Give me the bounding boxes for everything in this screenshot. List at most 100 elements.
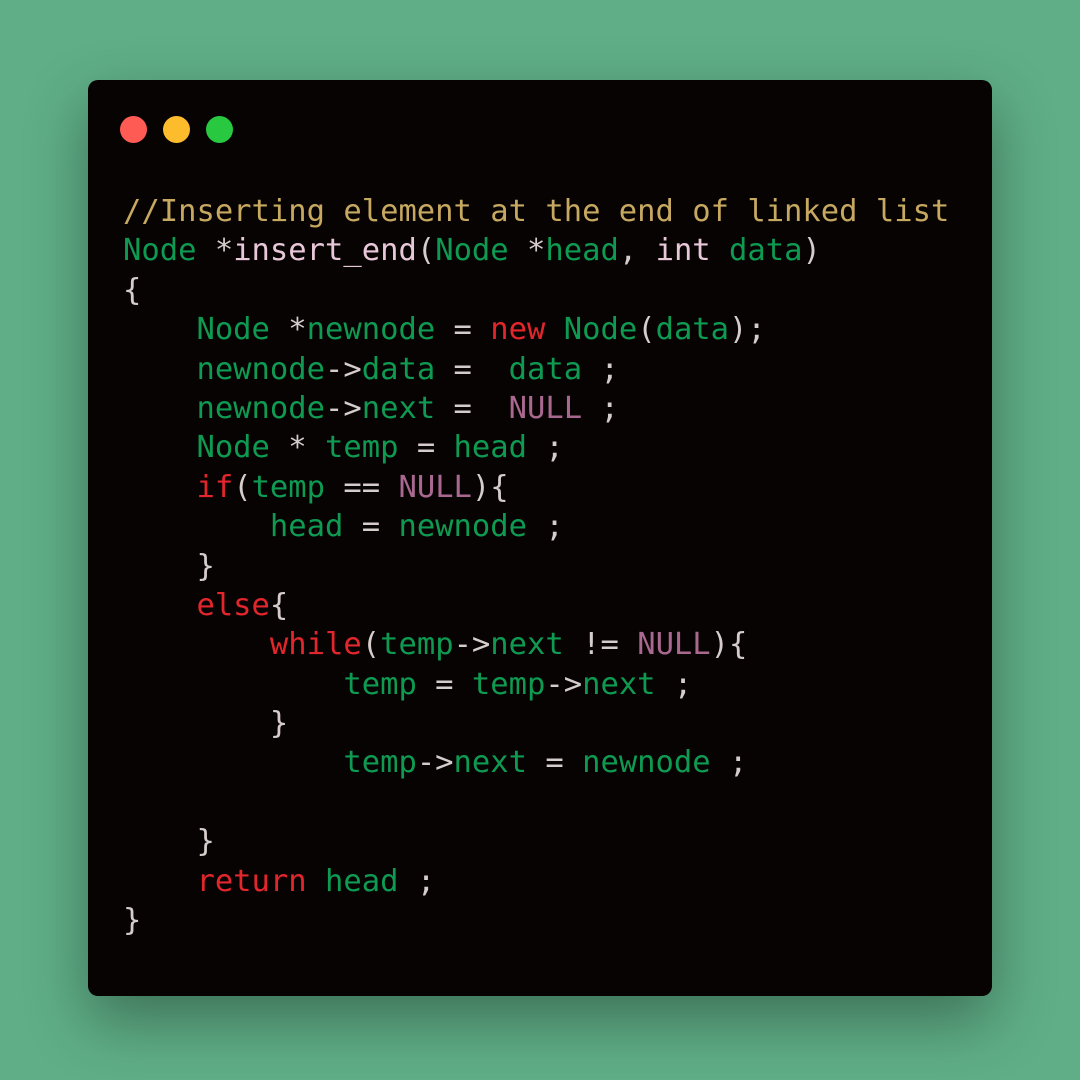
identifier-token: data — [655, 312, 730, 348]
code-line: { — [123, 271, 949, 310]
punctuation-token: ; — [582, 351, 619, 387]
code-line: return head ; — [123, 862, 949, 901]
punctuation-token: } — [123, 548, 215, 584]
identifier-token: next — [361, 390, 436, 426]
keyword-token: new — [490, 312, 546, 348]
identifier-token: head — [269, 509, 344, 545]
close-button[interactable] — [120, 116, 147, 143]
code-line: } — [123, 901, 949, 940]
identifier-token: data — [508, 351, 583, 387]
punctuation-token: != — [563, 627, 638, 663]
punctuation-token: = — [435, 312, 491, 348]
code-line: Node * temp = head ; — [123, 428, 949, 467]
punctuation-token — [123, 509, 270, 544]
type-token: Node — [196, 430, 270, 466]
punctuation-token — [123, 352, 196, 387]
code-line: newnode->next = NULL ; — [123, 389, 949, 428]
punctuation-token: } — [123, 824, 215, 860]
punctuation-token: = — [398, 430, 454, 466]
punctuation-token: = — [416, 666, 472, 702]
code-line: newnode->data = data ; — [123, 350, 949, 389]
identifier-token: newnode — [398, 509, 527, 545]
punctuation-token — [123, 312, 196, 347]
punctuation-token — [123, 864, 196, 899]
punctuation-token: ( — [361, 627, 381, 663]
null-token: NULL — [637, 627, 711, 663]
punctuation-token: ( — [637, 312, 656, 348]
type-token: Node — [123, 233, 197, 269]
keyword-token: if — [196, 469, 234, 505]
punctuation-token: ; — [527, 509, 564, 545]
punctuation-token: -> — [325, 390, 362, 426]
punctuation-token: ; — [527, 430, 564, 466]
code-line: head = newnode ; — [123, 507, 949, 546]
code-line: } — [123, 704, 949, 743]
code-line: //Inserting element at the end of linked… — [123, 192, 949, 231]
identifier-token: data — [361, 351, 436, 387]
punctuation-token — [123, 627, 270, 662]
punctuation-token: * — [196, 233, 234, 269]
punctuation-token: ) — [802, 233, 821, 269]
punctuation-token — [711, 233, 729, 268]
function-token: int — [655, 233, 711, 269]
punctuation-token: ); — [729, 312, 766, 348]
punctuation-token: == — [325, 469, 399, 505]
identifier-token: temp — [380, 627, 454, 663]
punctuation-token: = — [343, 509, 399, 545]
punctuation-token: ( — [416, 233, 436, 269]
punctuation-token — [123, 430, 196, 465]
code-line: Node *newnode = new Node(data); — [123, 310, 949, 349]
identifier-token: temp — [343, 745, 417, 781]
punctuation-token: -> — [545, 666, 583, 702]
punctuation-token: , — [618, 233, 656, 269]
type-token: Node — [435, 233, 509, 269]
punctuation-token: -> — [325, 351, 362, 387]
identifier-token: next — [453, 745, 527, 781]
punctuation-token: { — [123, 272, 142, 308]
punctuation-token: } — [123, 903, 142, 939]
type-token: Node — [196, 312, 270, 348]
punctuation-token: ; — [655, 666, 693, 702]
keyword-token: return — [196, 863, 307, 899]
code-comment: //Inserting element at the end of linked… — [123, 194, 950, 229]
punctuation-token — [123, 667, 343, 702]
punctuation-token: -> — [416, 745, 454, 781]
keyword-token: else — [196, 587, 270, 623]
identifier-token: newnode — [196, 351, 325, 387]
punctuation-token — [307, 864, 325, 899]
punctuation-token: } — [123, 706, 289, 742]
identifier-token: temp — [251, 469, 326, 505]
identifier-token: head — [545, 233, 619, 269]
keyword-token: while — [269, 627, 362, 663]
punctuation-token: ; — [398, 863, 436, 899]
null-token: NULL — [398, 469, 472, 505]
code-window: //Inserting element at the end of linked… — [88, 80, 992, 996]
punctuation-token: * — [508, 233, 546, 269]
punctuation-token: * — [269, 430, 325, 466]
maximize-button[interactable] — [206, 116, 233, 143]
punctuation-token — [545, 312, 563, 347]
code-line: Node *insert_end(Node *head, int data) — [123, 231, 949, 270]
punctuation-token: ){ — [471, 469, 509, 505]
minimize-button[interactable] — [163, 116, 190, 143]
identifier-token: data — [729, 233, 803, 269]
punctuation-token: = — [435, 390, 509, 426]
punctuation-token: ( — [233, 469, 252, 505]
code-block: //Inserting element at the end of linked… — [123, 192, 949, 940]
null-token: NULL — [508, 390, 583, 426]
identifier-token: temp — [343, 666, 417, 702]
identifier-token: temp — [325, 430, 399, 466]
code-line: else{ — [123, 586, 949, 625]
identifier-token: next — [490, 627, 564, 663]
code-line: temp->next = newnode ; — [123, 743, 949, 782]
identifier-token: head — [453, 430, 527, 466]
punctuation-token: ){ — [710, 627, 748, 663]
code-line: if(temp == NULL){ — [123, 468, 949, 507]
identifier-token: temp — [471, 666, 546, 702]
identifier-token: next — [582, 666, 656, 702]
identifier-token: newnode — [306, 312, 436, 348]
punctuation-token: = — [527, 745, 583, 781]
punctuation-token — [123, 470, 196, 505]
identifier-token: newnode — [196, 390, 325, 426]
window-controls — [120, 116, 233, 143]
